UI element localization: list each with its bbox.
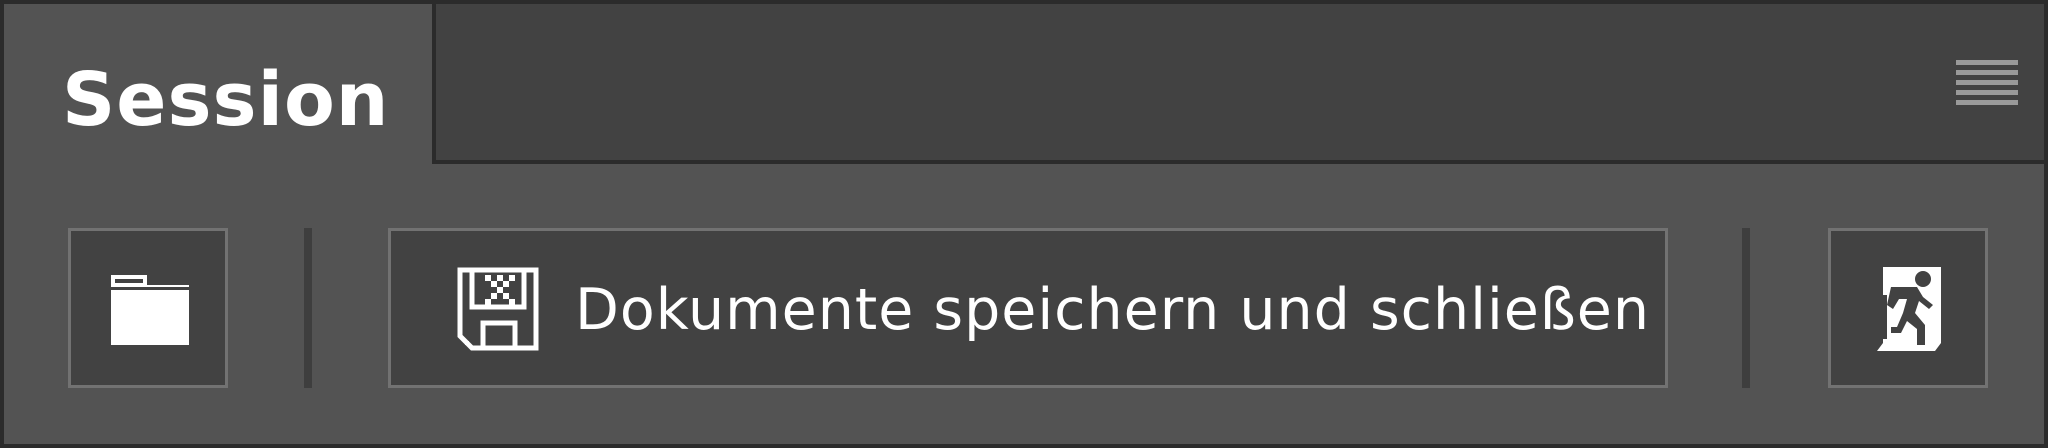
panel-tab-bar: Session: [4, 4, 2044, 168]
hamburger-menu-icon[interactable]: [1956, 60, 2018, 106]
emergency-exit-icon: [1877, 267, 1943, 351]
save-and-close-documents-button[interactable]: Dokumente speichern und schließen: [388, 228, 1668, 388]
tab-bar-empty-area: [432, 4, 2044, 164]
tab-session[interactable]: Session: [4, 4, 432, 168]
folder-icon: [109, 273, 191, 347]
toolbar-separator: [304, 228, 312, 388]
save-and-close-label: Dokumente speichern und schließen: [575, 277, 1650, 343]
toolbar-separator: [1742, 228, 1750, 388]
panel-title: Session: [62, 57, 390, 143]
session-panel: Session Dokumente speichern und schließe…: [0, 0, 2048, 448]
exit-button[interactable]: [1828, 228, 1988, 388]
floppy-disk-icon: [457, 267, 539, 351]
open-button[interactable]: [68, 228, 228, 388]
